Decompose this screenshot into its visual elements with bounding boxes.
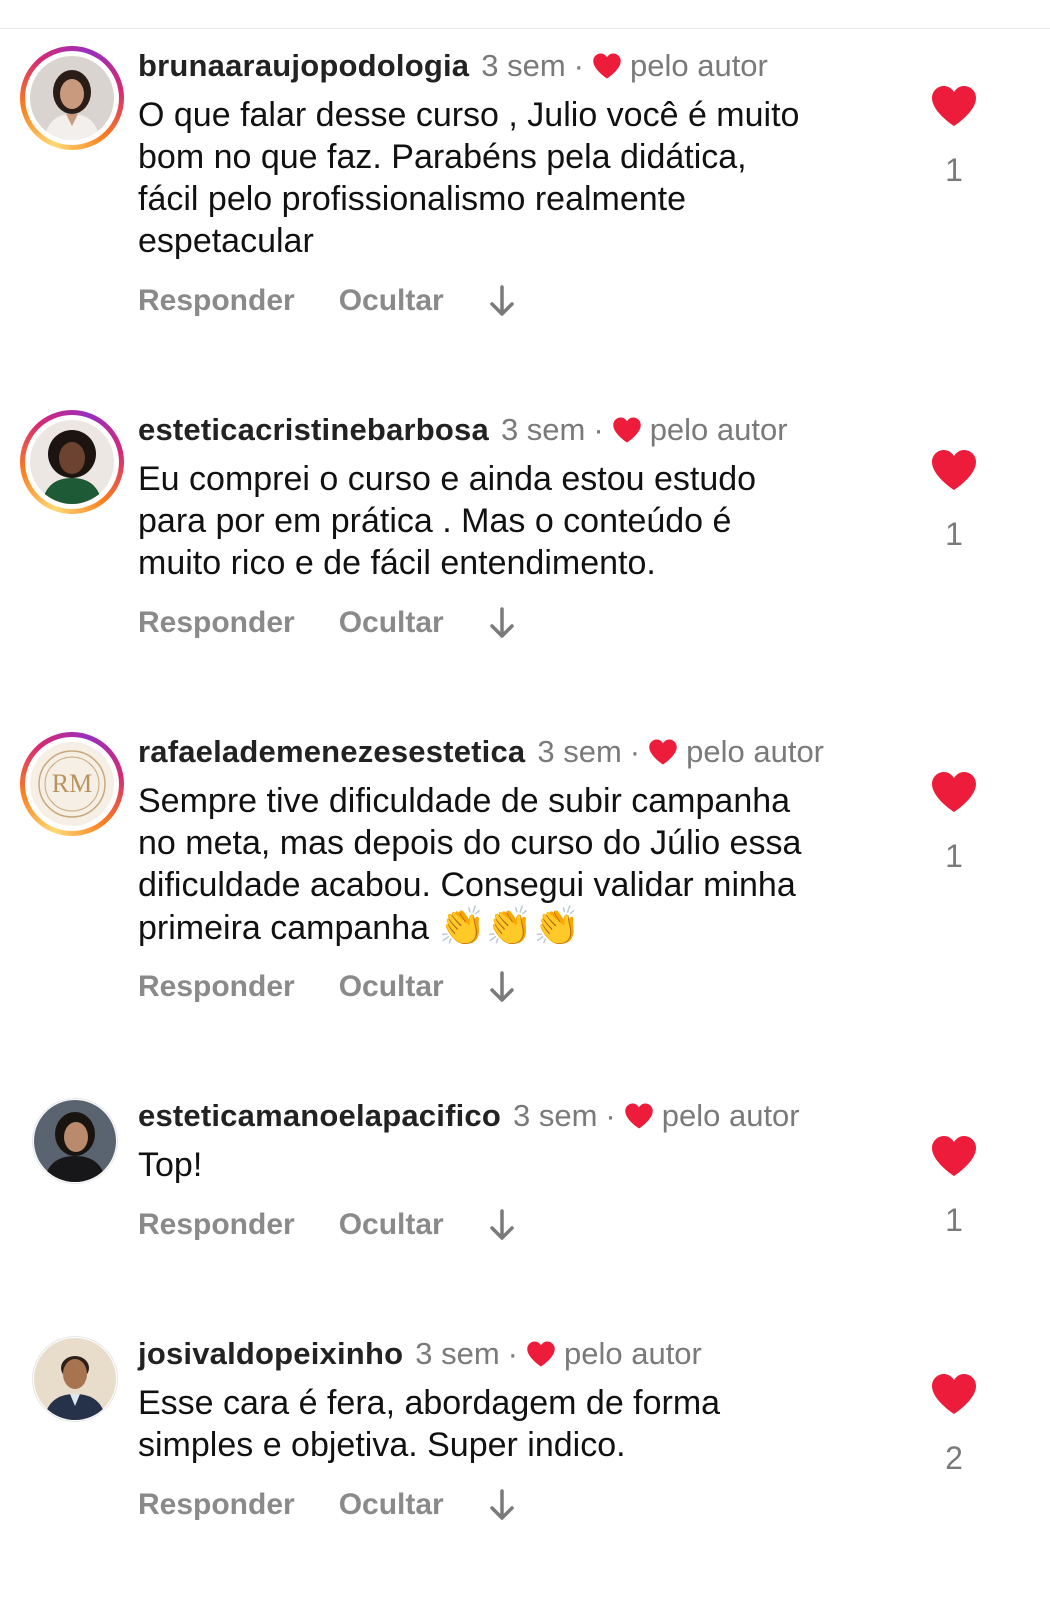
comment-actions: Responder Ocultar <box>138 606 516 640</box>
comment-line: para por em prática . Mas o conteúdo é <box>138 502 732 540</box>
comment-line: Top! <box>138 1146 203 1184</box>
arrow-down-icon[interactable] <box>488 606 516 640</box>
comment-header: josivaldopeixinho 3 sem · pelo autor <box>138 1334 702 1374</box>
username[interactable]: esteticacristinebarbosa <box>138 412 489 448</box>
comment-line: dificuldade acabou. Consegui validar min… <box>138 866 796 904</box>
hide-button[interactable]: Ocultar <box>339 1488 444 1522</box>
liked-by-author-label: pelo autor <box>629 48 768 83</box>
like-heart-icon[interactable] <box>930 770 978 814</box>
reply-button[interactable]: Responder <box>138 1488 295 1522</box>
timestamp: 3 sem <box>500 412 586 447</box>
comment-line: fácil pelo profissionalismo realmente <box>138 180 687 218</box>
avatar[interactable] <box>34 1338 116 1420</box>
heart-icon <box>593 53 621 79</box>
reply-button[interactable]: Responder <box>138 970 295 1004</box>
hide-button[interactable]: Ocultar <box>339 606 444 640</box>
comment-header: esteticamanoelapacifico 3 sem · pelo aut… <box>138 1096 800 1136</box>
comment-actions: Responder Ocultar <box>138 1208 516 1242</box>
reply-button[interactable]: Responder <box>138 1208 295 1242</box>
comment-text: O que falar desse curso , Julio você é m… <box>138 94 898 262</box>
reply-button[interactable]: Responder <box>138 284 295 318</box>
username[interactable]: rafaelademenezesestetica <box>138 734 525 770</box>
comment-line: no meta, mas depois do curso do Júlio es… <box>138 824 802 862</box>
avatar-frame[interactable] <box>32 1098 118 1184</box>
like-count: 1 <box>945 1202 963 1238</box>
comment-line: muito rico e de fácil entendimento. <box>138 544 656 582</box>
story-ring[interactable]: RM <box>20 732 124 836</box>
heart-icon <box>527 1341 555 1367</box>
comment-actions: Responder Ocultar <box>138 1488 516 1522</box>
like-count: 1 <box>945 152 963 188</box>
comment-text: Esse cara é fera, abordagem de forma sim… <box>138 1382 898 1466</box>
comment-header: brunaaraujopodologia 3 sem · pelo autor <box>138 46 768 86</box>
liked-by-author-label: pelo autor <box>686 734 825 769</box>
liked-by-author-label: pelo autor <box>563 1336 702 1371</box>
arrow-down-icon[interactable] <box>488 1488 516 1522</box>
comment-actions: Responder Ocultar <box>138 284 516 318</box>
clapping-hands-emoji: 👏👏👏 <box>438 906 581 948</box>
avatar-frame[interactable] <box>32 1336 118 1422</box>
hide-button[interactable]: Ocultar <box>339 970 444 1004</box>
heart-icon <box>649 739 677 765</box>
heart-icon <box>624 1103 653 1129</box>
like-heart-icon[interactable] <box>930 1372 978 1416</box>
liked-by-author-label: pelo autor <box>661 1098 800 1133</box>
comment-line-text: primeira campanha <box>138 909 430 947</box>
timestamp: 3 sem <box>481 48 566 83</box>
avatar[interactable] <box>34 1100 116 1182</box>
comment-line: Sempre tive dificuldade de subir campanh… <box>138 782 791 820</box>
like-heart-icon[interactable] <box>930 1134 978 1178</box>
story-ring[interactable] <box>20 410 124 514</box>
like-heart-icon[interactable] <box>930 84 978 128</box>
comment-line: Eu comprei o curso e ainda estou estudo <box>138 460 757 498</box>
hide-button[interactable]: Ocultar <box>339 284 444 318</box>
comment-line: O que falar desse curso , Julio você é m… <box>138 96 800 134</box>
separator-dot: · <box>629 734 641 769</box>
top-divider <box>0 28 1050 29</box>
comment-text: Top! <box>138 1144 898 1186</box>
arrow-down-icon[interactable] <box>488 284 516 318</box>
like-heart-icon[interactable] <box>930 448 978 492</box>
liked-by-author-label: pelo autor <box>649 412 788 447</box>
story-ring[interactable] <box>20 46 124 150</box>
separator-dot: · <box>573 48 584 83</box>
separator-dot: · <box>593 412 604 447</box>
timestamp: 3 sem <box>415 1336 500 1371</box>
arrow-down-icon[interactable] <box>488 970 516 1004</box>
like-count: 1 <box>945 516 963 552</box>
comment-header: rafaelademenezesestetica 3 sem · pelo au… <box>138 732 824 772</box>
timestamp: 3 sem <box>537 734 622 769</box>
comment-actions: Responder Ocultar <box>138 970 516 1004</box>
avatar[interactable]: RM <box>30 742 114 826</box>
comment-header: esteticacristinebarbosa 3 sem · pelo aut… <box>138 410 788 450</box>
separator-dot: · <box>605 1098 616 1133</box>
comment-text: Eu comprei o curso e ainda estou estudo … <box>138 458 898 584</box>
like-count: 1 <box>945 838 963 874</box>
avatar[interactable] <box>30 56 114 140</box>
timestamp: 3 sem <box>512 1098 598 1133</box>
like-count: 2 <box>945 1440 963 1476</box>
hide-button[interactable]: Ocultar <box>339 1208 444 1242</box>
comment-line: espetacular <box>138 222 314 260</box>
reply-button[interactable]: Responder <box>138 606 295 640</box>
username[interactable]: esteticamanoelapacifico <box>138 1098 501 1134</box>
comment-line: primeira campanha 👏👏👏 <box>138 906 898 949</box>
avatar[interactable] <box>30 420 114 504</box>
separator-dot: · <box>507 1336 518 1371</box>
username[interactable]: brunaaraujopodologia <box>138 48 469 84</box>
username[interactable]: josivaldopeixinho <box>138 1336 403 1372</box>
heart-icon <box>612 417 641 443</box>
comment-line: Esse cara é fera, abordagem de forma <box>138 1384 721 1422</box>
arrow-down-icon[interactable] <box>488 1208 516 1242</box>
comment-line: simples e objetiva. Super indico. <box>138 1426 626 1464</box>
comment-text: Sempre tive dificuldade de subir campanh… <box>138 780 898 949</box>
avatar-monogram: RM <box>51 769 93 798</box>
comment-line: bom no que faz. Parabéns pela didática, <box>138 138 747 176</box>
